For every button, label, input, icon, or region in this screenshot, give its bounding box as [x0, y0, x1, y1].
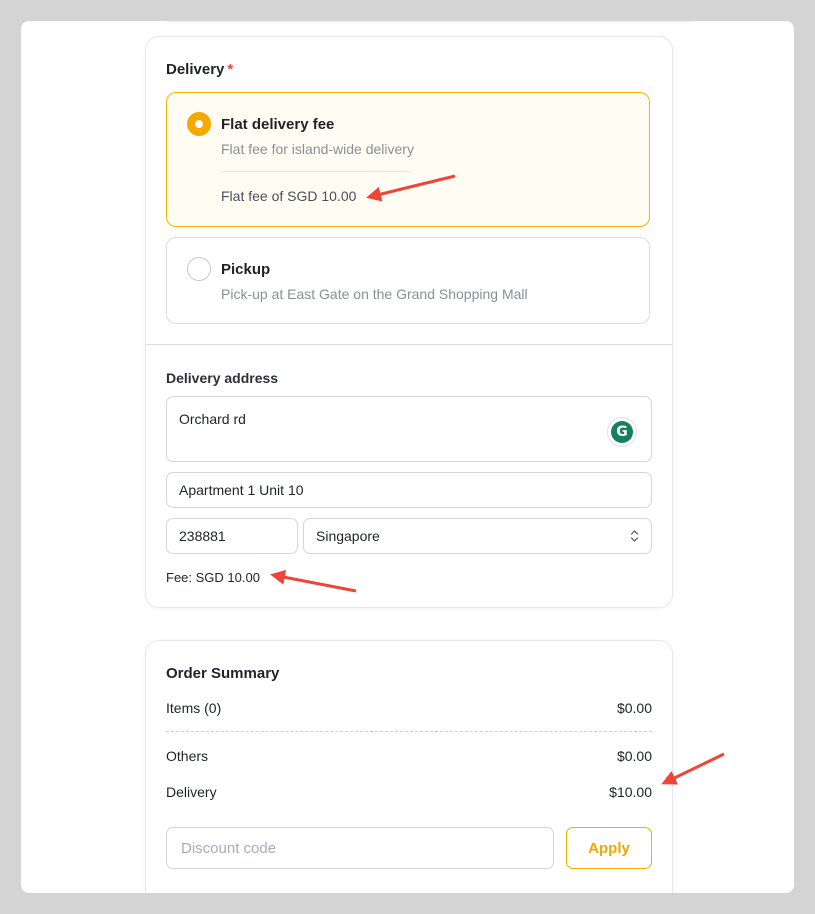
dashed-divider: [166, 731, 652, 732]
previous-card-edge: [166, 21, 692, 22]
address-line1-value: Orchard rd: [179, 411, 246, 427]
section-divider: [146, 344, 672, 345]
delivery-label: Delivery: [166, 784, 217, 800]
others-value: $0.00: [616, 748, 652, 764]
postal-code-input[interactable]: 238881: [166, 518, 298, 554]
delivery-heading: Delivery *: [166, 61, 233, 78]
summary-row-delivery: Delivery $10.00: [166, 784, 652, 800]
postal-code-value: 238881: [179, 528, 226, 544]
items-value: $0.00: [616, 700, 652, 716]
option-title: Flat delivery fee: [221, 116, 335, 133]
delivery-fee-text: Fee: SGD 10.00: [166, 570, 260, 585]
option-description: Flat fee for island-wide delivery: [221, 141, 414, 157]
country-select[interactable]: Singapore: [303, 518, 652, 554]
grammarly-g-glyph: G: [611, 421, 633, 443]
others-label: Others: [166, 748, 209, 764]
discount-code-input[interactable]: [166, 827, 554, 869]
address-line1-textarea[interactable]: Orchard rd G: [166, 396, 652, 462]
radio-selected-icon[interactable]: [187, 112, 211, 136]
option-divider: [221, 171, 411, 172]
grammarly-icon[interactable]: G: [608, 418, 636, 446]
address-line2-value: Apartment 1 Unit 10: [179, 482, 304, 498]
summary-row-others: Others $0.00: [166, 748, 652, 764]
option-fee-text: Flat fee of SGD 10.00: [221, 188, 357, 204]
items-label: Items (0): [166, 700, 222, 716]
delivery-card: Delivery * Flat delivery fee Flat fee for…: [145, 36, 673, 608]
order-summary-title: Order Summary: [166, 665, 280, 682]
page-frame: Delivery * Flat delivery fee Flat fee for…: [21, 21, 794, 893]
delivery-address-label: Delivery address: [166, 370, 279, 386]
required-mark: *: [227, 61, 234, 78]
option-description: Pick-up at East Gate on the Grand Shoppi…: [221, 286, 528, 302]
country-value: Singapore: [316, 528, 380, 544]
summary-row-items: Items (0) $0.00: [166, 700, 652, 716]
delivery-option-flat-fee[interactable]: Flat delivery fee Flat fee for island-wi…: [166, 92, 650, 227]
apply-button[interactable]: Apply: [566, 827, 652, 869]
annotation-arrow-icon: [661, 752, 725, 785]
select-chevron-icon: [630, 530, 639, 542]
delivery-option-pickup[interactable]: Pickup Pick-up at East Gate on the Grand…: [166, 237, 650, 324]
delivery-title: Delivery: [166, 61, 225, 78]
order-summary-card: Order Summary Items (0) $0.00 Others $0.…: [145, 640, 673, 893]
address-line2-input[interactable]: Apartment 1 Unit 10: [166, 472, 652, 508]
radio-unselected-icon[interactable]: [187, 257, 211, 281]
option-title: Pickup: [221, 261, 271, 278]
delivery-value: $10.00: [609, 784, 652, 800]
